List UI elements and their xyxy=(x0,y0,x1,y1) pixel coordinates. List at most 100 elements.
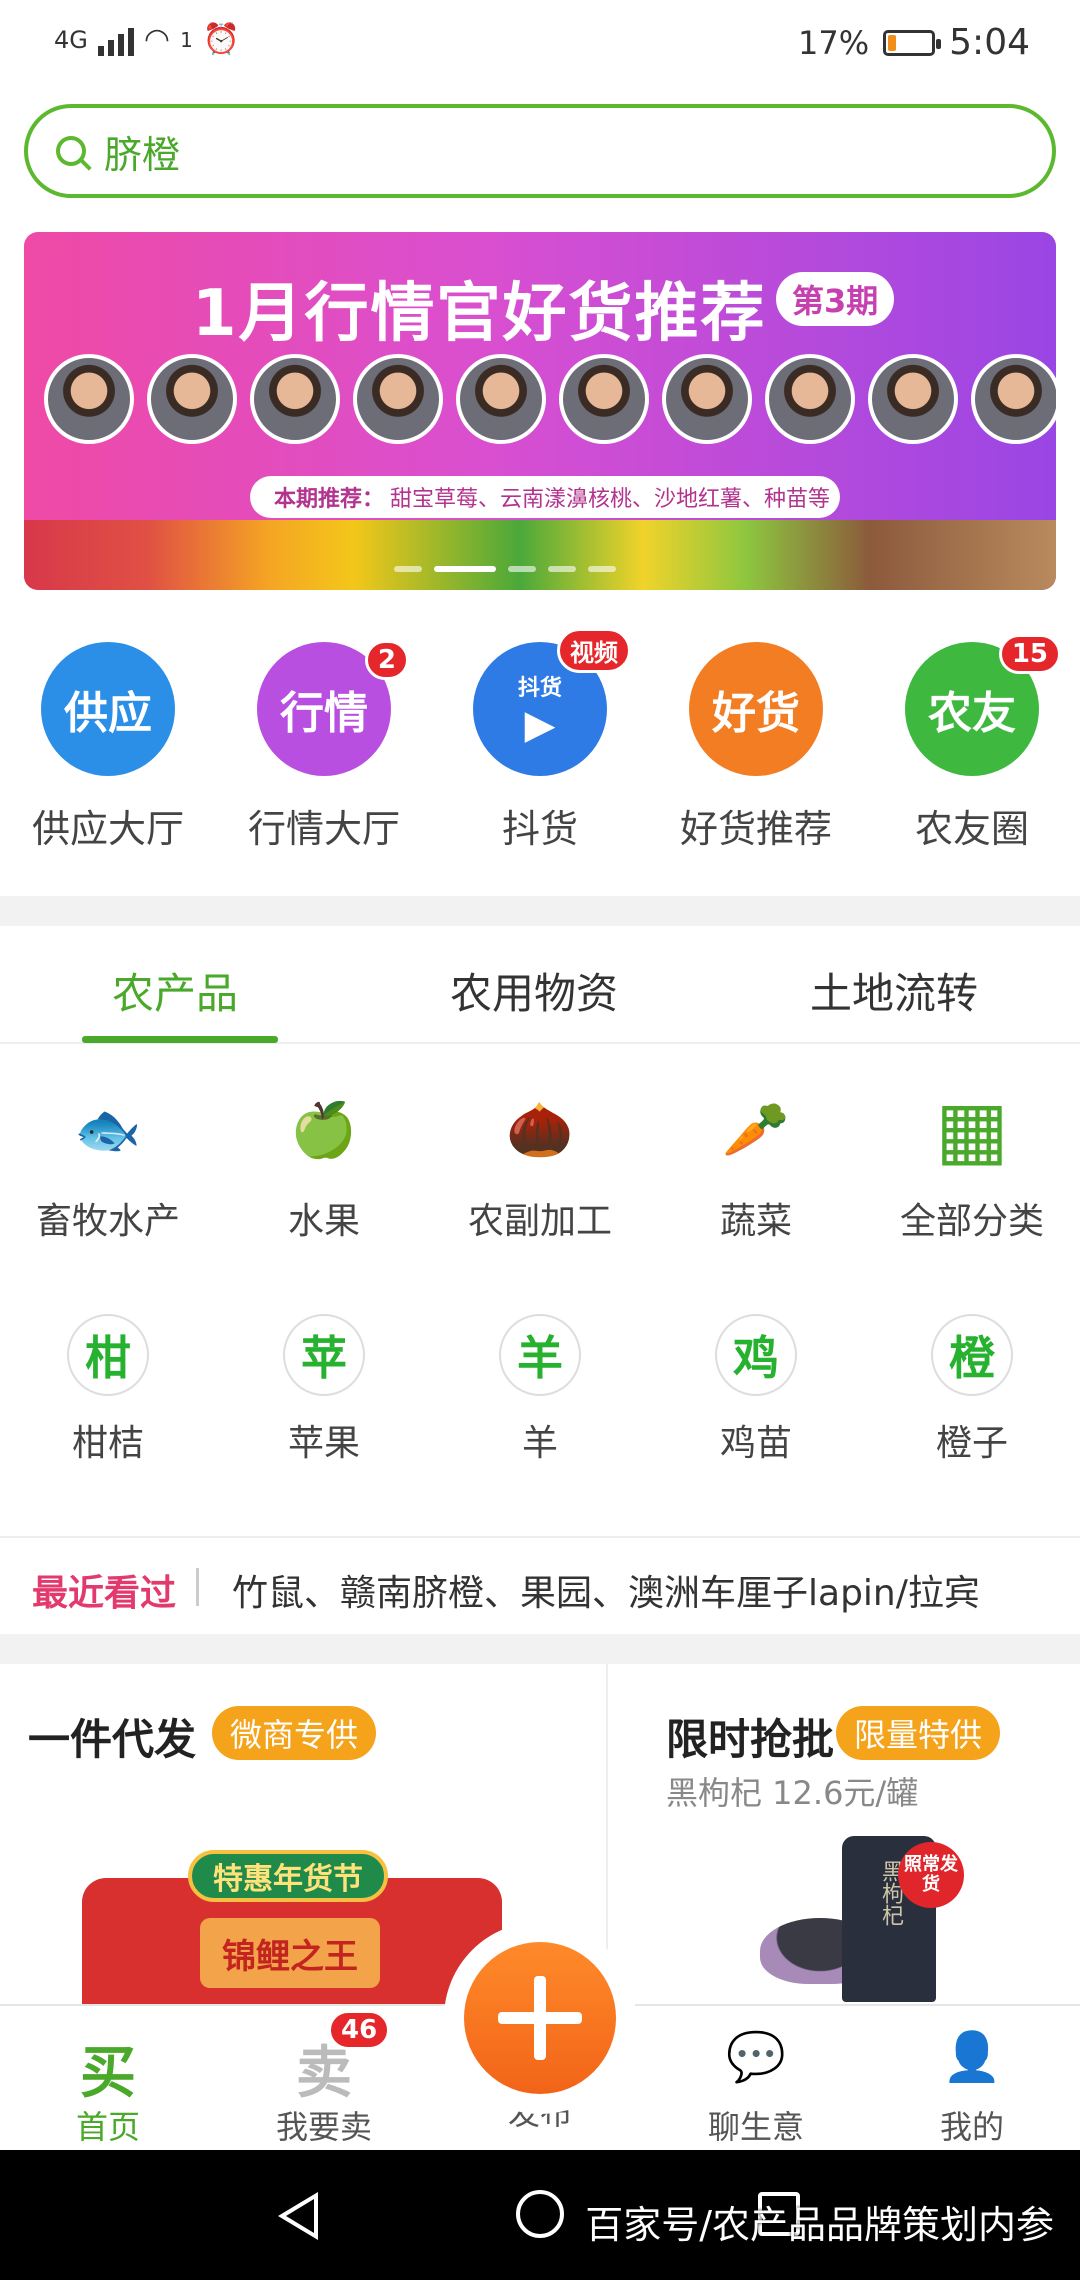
clock: 5:04 xyxy=(949,22,1030,63)
char-icon: 橙 xyxy=(931,1314,1013,1396)
shipping-stamp: 照常发货 xyxy=(898,1842,964,1908)
section-divider xyxy=(0,896,1080,926)
lantern-mid-text: 锦鲤之王 xyxy=(200,1918,380,1988)
search-bar[interactable]: 脐橙 xyxy=(24,104,1056,198)
promo-tag: 限量特供 xyxy=(836,1706,1001,1760)
avatar xyxy=(147,354,237,444)
banner-pagination xyxy=(394,566,616,572)
hot-item-label: 柑桔 xyxy=(71,1423,144,1464)
char-icon: 苹 xyxy=(283,1314,365,1396)
divider xyxy=(196,1568,199,1606)
video-play-icon: 抖货 ▶ 视频 xyxy=(473,628,631,776)
category-processed[interactable]: 🌰 农副加工 xyxy=(432,1084,648,1244)
user-icon: 👤 xyxy=(942,2029,1002,2085)
hot-item-sheep[interactable]: 羊 羊 xyxy=(432,1314,648,1466)
promo-banner[interactable]: 1月行情官好货推荐 第3期 本期推荐： 甜宝草莓、云南漾濞核桃、沙地红薯、种苗等 xyxy=(24,232,1056,590)
category-all[interactable]: ▦ 全部分类 xyxy=(864,1084,1080,1244)
active-tab-indicator xyxy=(82,1036,278,1043)
avatar xyxy=(250,354,340,444)
status-right: 17% 5:04 xyxy=(798,22,1030,63)
status-left: 4G ◠ 1 ⏰ xyxy=(54,22,240,57)
chat-bubble-icon: 💬 xyxy=(726,2029,786,2085)
recent-items[interactable]: 竹鼠、赣南脐橙、果园、澳洲车厘子lapin/拉宾 xyxy=(232,1564,1062,1616)
quick-entry-label: 行情大厅 xyxy=(247,807,400,851)
status-bar: 4G ◠ 1 ⏰ 17% 5:04 xyxy=(0,0,1080,92)
banner-produce-image xyxy=(24,520,1056,590)
quick-entry-friends[interactable]: 农友 15 农友圈 xyxy=(864,634,1080,853)
grid-icon: ▦ xyxy=(935,1085,1009,1175)
avatar xyxy=(456,354,546,444)
watermark: 百家号/农产品品牌策划内参 xyxy=(585,2203,1054,2247)
quick-entry-label: 供应大厅 xyxy=(31,807,184,851)
category-vegetables[interactable]: 🥕 蔬菜 xyxy=(648,1084,864,1244)
apple-icon: 🍏 xyxy=(290,1098,358,1161)
char-icon: 鸡 xyxy=(715,1314,797,1396)
hot-item-apple[interactable]: 苹 苹果 xyxy=(216,1314,432,1466)
tab-farm-supplies[interactable]: 农用物资 xyxy=(450,960,618,1021)
banner-rec-label: 本期推荐： xyxy=(274,487,385,512)
publish-button[interactable] xyxy=(444,1922,636,2114)
category-label: 畜牧水产 xyxy=(35,1201,180,1242)
thumbs-up-icon: 好货 xyxy=(689,642,823,776)
search-input[interactable]: 脐橙 xyxy=(104,124,180,179)
wifi-sup: 1 xyxy=(180,27,193,52)
lantern-top-text: 特惠年货节 xyxy=(188,1850,388,1902)
hot-item-mandarin[interactable]: 柑 柑桔 xyxy=(0,1314,216,1466)
quick-entry-market[interactable]: 行情 2 行情大厅 xyxy=(216,636,432,853)
nav-label: 首页 xyxy=(75,2108,140,2146)
nav-home[interactable]: 买 首页 xyxy=(0,2006,216,2148)
hot-item-label: 羊 xyxy=(521,1423,558,1464)
battery-percent: 17% xyxy=(798,23,870,62)
hot-item-label: 鸡苗 xyxy=(719,1423,792,1464)
pagination-dot xyxy=(548,566,576,572)
plus-icon xyxy=(464,1942,616,2094)
quick-entry-supply[interactable]: 供应 供应大厅 xyxy=(0,636,216,853)
nav-sell[interactable]: 卖 46 我要卖 xyxy=(216,2006,432,2148)
promo-title: 一件代发 xyxy=(28,1715,197,1764)
acorn-icon: 🌰 xyxy=(506,1098,574,1161)
quick-entry-label: 抖货 xyxy=(501,807,578,851)
promo-title: 限时抢批 xyxy=(666,1715,835,1764)
battery-fill xyxy=(888,34,896,51)
avatar xyxy=(868,354,958,444)
category-label: 水果 xyxy=(287,1201,360,1242)
new-year-festival-image: 特惠年货节 锦鲤之王 xyxy=(82,1850,502,2008)
nav-chat[interactable]: 💬 聊生意 xyxy=(648,2006,864,2148)
nav-label: 聊生意 xyxy=(707,2108,804,2146)
category-fruit[interactable]: 🍏 水果 xyxy=(216,1084,432,1244)
avatar xyxy=(353,354,443,444)
nav-label: 我的 xyxy=(939,2108,1004,2146)
nav-profile[interactable]: 👤 我的 xyxy=(864,2006,1080,2148)
tab-land-transfer[interactable]: 土地流转 xyxy=(810,960,978,1021)
banner-title: 1月行情官好货推荐 xyxy=(192,277,767,351)
system-nav-bar: 百家号/农产品品牌策划内参 xyxy=(0,2150,1080,2280)
notification-badge: 15 xyxy=(998,634,1061,674)
char-icon: 柑 xyxy=(67,1314,149,1396)
tab-farm-products[interactable]: 农产品 xyxy=(112,960,238,1021)
recently-viewed[interactable]: 最近看过 竹鼠、赣南脐橙、果园、澳洲车厘子lapin/拉宾 xyxy=(0,1536,1080,1636)
char-icon: 羊 xyxy=(499,1314,581,1396)
section-divider xyxy=(0,1634,1080,1664)
home-icon[interactable] xyxy=(516,2190,564,2238)
banner-avatars xyxy=(44,354,1056,444)
quick-entry-goods[interactable]: 好货 好货推荐 xyxy=(648,636,864,853)
category-tabs: 农产品 农用物资 土地流转 xyxy=(0,926,1080,1044)
recent-heading: 最近看过 xyxy=(32,1573,177,1614)
back-icon[interactable] xyxy=(278,2192,318,2240)
category-livestock[interactable]: 🐟 畜牧水产 xyxy=(0,1084,216,1244)
quick-entry-video[interactable]: 抖货 ▶ 视频 抖货 xyxy=(432,628,648,853)
fish-icon: 🐟 xyxy=(74,1098,142,1161)
alarm-icon: ⏰ xyxy=(202,22,241,57)
hot-item-label: 苹果 xyxy=(287,1423,360,1464)
avatar xyxy=(662,354,752,444)
hot-item-chick[interactable]: 鸡 鸡苗 xyxy=(648,1314,864,1466)
battery-icon xyxy=(883,29,942,56)
hot-item-label: 橙子 xyxy=(935,1423,1008,1464)
quick-entry-label: 农友圈 xyxy=(914,807,1029,851)
hot-item-orange[interactable]: 橙 橙子 xyxy=(864,1314,1080,1466)
promo-tag: 微商专供 xyxy=(212,1706,377,1760)
video-badge: 视频 xyxy=(557,628,631,673)
market-icon: 行情 2 xyxy=(257,640,409,776)
farmer-icon: 农友 15 xyxy=(905,634,1061,776)
search-icon xyxy=(56,136,86,166)
